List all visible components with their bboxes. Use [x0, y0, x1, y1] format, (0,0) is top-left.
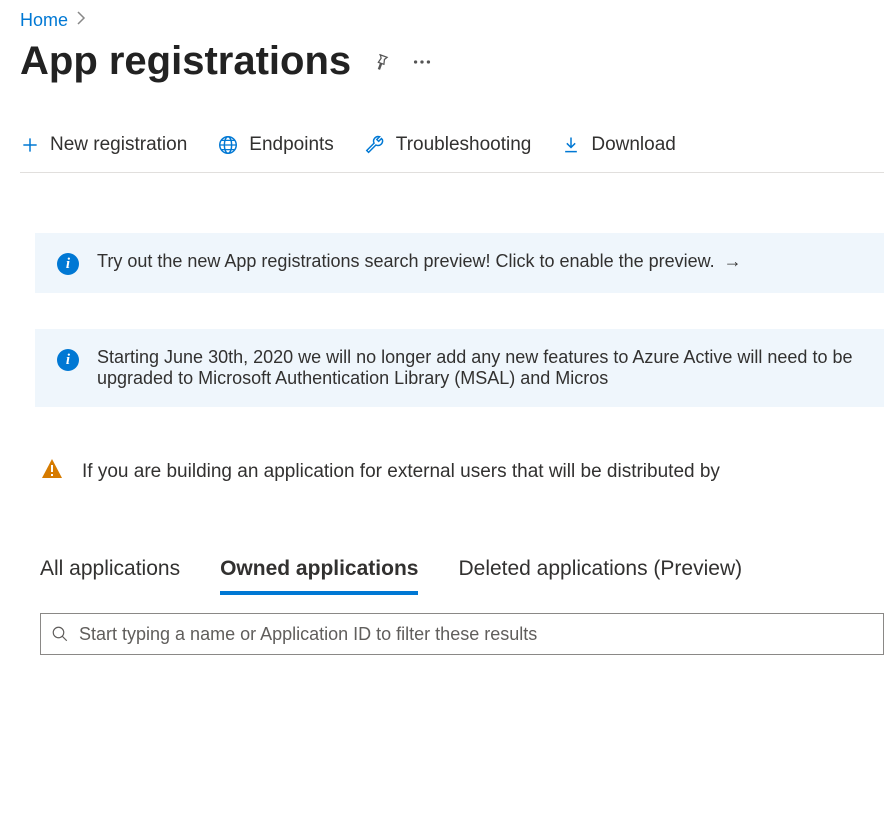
endpoints-button[interactable]: Endpoints	[217, 134, 334, 156]
tabs: All applications Owned applications Dele…	[40, 557, 884, 595]
new-registration-button[interactable]: New registration	[20, 134, 187, 156]
deprecation-banner: i Starting June 30th, 2020 we will no lo…	[35, 329, 884, 407]
tab-all-applications[interactable]: All applications	[40, 557, 180, 595]
globe-icon	[217, 134, 239, 156]
deprecation-banner-text: Starting June 30th, 2020 we will no long…	[97, 347, 862, 389]
toolbar: New registration Endpoints Troubleshooti…	[20, 134, 884, 173]
search-box[interactable]	[40, 613, 884, 655]
preview-banner-text: Try out the new App registrations search…	[97, 251, 742, 272]
pin-icon[interactable]	[371, 52, 391, 72]
plus-icon	[20, 135, 40, 155]
tab-deleted-applications[interactable]: Deleted applications (Preview)	[458, 557, 742, 595]
warning-row: If you are building an application for e…	[40, 457, 884, 487]
breadcrumb: Home	[20, 10, 884, 31]
page-title: App registrations	[20, 39, 351, 84]
troubleshooting-button[interactable]: Troubleshooting	[364, 134, 532, 156]
breadcrumb-home-link[interactable]: Home	[20, 10, 68, 31]
warning-icon	[40, 457, 64, 487]
search-icon	[51, 625, 69, 643]
warning-text: If you are building an application for e…	[82, 461, 720, 483]
troubleshooting-label: Troubleshooting	[396, 134, 532, 156]
info-icon: i	[57, 253, 79, 275]
download-button[interactable]: Download	[561, 134, 676, 156]
chevron-right-icon	[76, 11, 86, 30]
endpoints-label: Endpoints	[249, 134, 334, 156]
arrow-right-icon: →	[724, 251, 742, 271]
new-registration-label: New registration	[50, 134, 187, 156]
preview-banner[interactable]: i Try out the new App registrations sear…	[35, 233, 884, 293]
more-icon[interactable]	[411, 51, 433, 73]
download-icon	[561, 135, 581, 155]
tab-owned-applications[interactable]: Owned applications	[220, 557, 418, 595]
info-icon: i	[57, 349, 79, 371]
page-title-row: App registrations	[20, 39, 884, 84]
search-input[interactable]	[79, 624, 873, 645]
download-label: Download	[591, 134, 676, 156]
wrench-icon	[364, 134, 386, 156]
